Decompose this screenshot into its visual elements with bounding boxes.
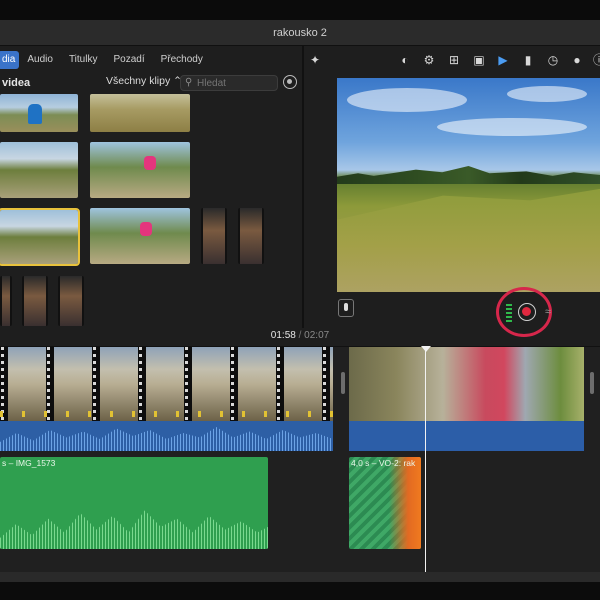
search-field[interactable]: ⚲: [180, 75, 278, 91]
microphone-icon[interactable]: [338, 299, 354, 317]
clip-thumbnail[interactable]: [90, 142, 190, 198]
panel-divider[interactable]: [302, 46, 304, 328]
clip-thumbnail-selected[interactable]: [0, 208, 80, 266]
timeline-audio-waveform[interactable]: [349, 421, 584, 451]
tab-media[interactable]: dia: [0, 51, 20, 69]
window-title: rakousko 2: [0, 20, 600, 46]
tab-audio[interactable]: Audio: [19, 51, 61, 69]
clip-thumbnail[interactable]: [201, 208, 227, 264]
video-preview[interactable]: [337, 78, 600, 292]
background-audio-clip[interactable]: s – IMG_1573: [0, 457, 268, 549]
library-tabs: dia Audio Titulky Pozadí Přechody: [0, 48, 300, 72]
clip-thumbnail[interactable]: [22, 276, 48, 326]
clip-thumbnail[interactable]: [90, 94, 190, 132]
search-icon: ⚲: [185, 77, 193, 88]
screen-bottom-edge: [0, 582, 600, 600]
playhead[interactable]: [425, 346, 426, 572]
tab-backgrounds[interactable]: Pozadí: [105, 51, 152, 69]
timeline-audio-waveform[interactable]: [0, 421, 333, 451]
equalizer-icon[interactable]: ▮: [521, 53, 535, 67]
clip-thumbnail[interactable]: [0, 276, 12, 326]
library-section-title: videa: [2, 77, 31, 89]
imovie-window: rakousko 2 dia Audio Titulky Pozadí Přec…: [0, 0, 600, 600]
stabilization-icon[interactable]: ▣: [472, 53, 486, 67]
screen-top-edge: [0, 0, 600, 20]
clip-thumbnail[interactable]: [0, 94, 78, 132]
audio-clip-label: s – IMG_1573: [2, 458, 56, 468]
timeline-bottom-bar: [0, 572, 600, 582]
clip-thumbnail[interactable]: [90, 208, 190, 264]
timeline-scroll-handle[interactable]: [341, 372, 345, 394]
color-correction-icon[interactable]: ⚙: [422, 53, 436, 67]
speed-icon[interactable]: ◷: [546, 53, 560, 67]
current-time: 01:58: [270, 330, 296, 341]
timeline-video-clip[interactable]: [0, 347, 333, 421]
total-time: 02:07: [304, 330, 330, 341]
voiceover-clip[interactable]: 4,0 s – VO-2: rak: [349, 457, 421, 549]
search-input[interactable]: [197, 76, 277, 90]
beat-markers: [0, 411, 333, 417]
filter-icon[interactable]: ●: [570, 53, 584, 67]
volume-icon[interactable]: ▶: [496, 53, 510, 67]
info-icon[interactable]: ⓘ: [592, 53, 600, 67]
crop-icon[interactable]: ⊞: [447, 53, 461, 67]
gear-icon[interactable]: [283, 75, 297, 89]
playhead-handle[interactable]: [421, 346, 431, 352]
clip-thumbnail[interactable]: [238, 208, 264, 264]
voiceover-clip-label: 4,0 s – VO-2: rak: [351, 458, 416, 468]
color-balance-icon[interactable]: ◐: [398, 53, 412, 67]
clip-filter-select[interactable]: Všechny klipy ⌃: [106, 75, 182, 87]
viewer-toolbar: ✦ ◐ ⚙ ⊞ ▣ ▶ ▮ ◷ ● ⓘ: [304, 48, 600, 72]
clip-thumbnail[interactable]: [58, 276, 84, 326]
timecode-separator: /: [298, 330, 302, 341]
clip-thumbnail[interactable]: [0, 142, 78, 198]
magic-wand-icon[interactable]: ✦: [308, 53, 322, 67]
tab-transitions[interactable]: Přechody: [153, 51, 211, 69]
voiceover-options-icon[interactable]: ≈: [545, 306, 551, 318]
playback-timecode: 01:58 / 02:07: [0, 330, 600, 346]
library-header: videa Všechny klipy ⌃ ⚲: [0, 73, 302, 93]
timeline-scroll-handle[interactable]: [590, 372, 594, 394]
timeline[interactable]: s – IMG_1573 4,0 s – VO-2: rak: [0, 346, 600, 572]
timeline-video-clip[interactable]: [349, 347, 584, 421]
tab-titles[interactable]: Titulky: [61, 51, 106, 69]
